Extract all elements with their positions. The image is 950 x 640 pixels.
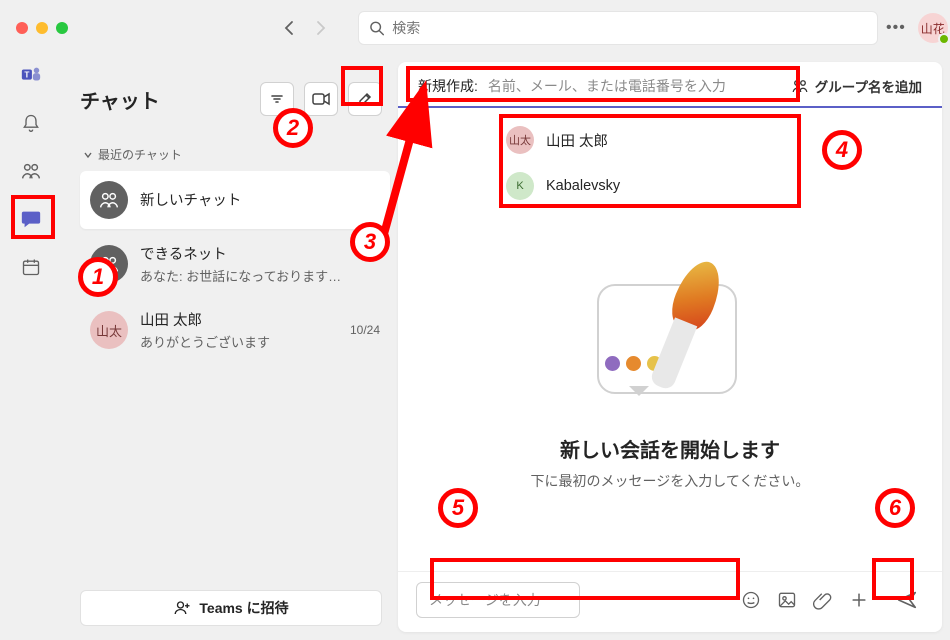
chat-item-timestamp: 10/24 (350, 323, 380, 337)
group-avatar-icon (90, 245, 128, 283)
compose-to-input[interactable] (488, 78, 781, 94)
chat-item[interactable]: 山太 山田 太郎 ありがとうございます 10/24 (80, 299, 390, 361)
send-icon (896, 589, 918, 611)
invite-label: Teams に招待 (199, 598, 288, 618)
chat-item-name: できるネット (140, 243, 380, 264)
nav-back-button[interactable] (280, 19, 298, 37)
contact-avatar: 山太 (90, 311, 128, 349)
new-chat-button[interactable] (348, 82, 382, 116)
emoji-button[interactable] (738, 587, 764, 613)
suggestion-name: Kabalevsky (546, 178, 620, 194)
suggestion-avatar: K (506, 172, 534, 200)
suggestion-item[interactable]: 山太 山田 太郎 (498, 120, 798, 160)
filter-button[interactable] (260, 82, 294, 116)
compose-icon (357, 91, 373, 107)
current-user-avatar[interactable]: 山花 (918, 13, 948, 43)
svg-text:T: T (24, 70, 29, 79)
attach-button[interactable] (810, 587, 836, 613)
person-add-icon (173, 599, 191, 617)
rail-chat-icon[interactable] (18, 206, 44, 232)
group-icon (791, 77, 809, 95)
video-call-button[interactable] (304, 82, 338, 116)
add-button[interactable] (846, 587, 872, 613)
recent-section-text: 最近のチャット (98, 146, 182, 163)
chat-item-preview: あなた: お世話になっております… (140, 266, 380, 285)
suggestion-name: 山田 太郎 (546, 130, 608, 151)
chat-item-name: 新しいチャット (140, 189, 380, 210)
more-button[interactable]: ••• (886, 19, 906, 37)
emoji-icon (741, 590, 761, 610)
rail-teams-icon[interactable]: T (18, 62, 44, 88)
send-button[interactable] (890, 583, 924, 617)
start-conversation-heading: 新しい会話を開始します (560, 434, 780, 463)
chat-panel-title: チャット (80, 85, 160, 114)
chat-item-new[interactable]: 新しいチャット (80, 171, 390, 229)
start-conversation-subtext: 下に最初のメッセージを入力してください。 (531, 471, 810, 491)
compose-to-label: 新規作成: (418, 76, 478, 96)
search-icon (369, 20, 384, 36)
chat-item-name: 山田 太郎 (140, 309, 332, 330)
message-input[interactable]: メッセージを入力 (416, 582, 580, 618)
video-icon (312, 92, 330, 106)
add-group-name-button[interactable]: グループ名を追加 (791, 76, 922, 96)
invite-to-teams-button[interactable]: Teams に招待 (80, 590, 382, 626)
chevron-down-icon (84, 151, 92, 159)
chat-item[interactable]: できるネット あなた: お世話になっております… (80, 233, 390, 295)
suggestion-avatar: 山太 (506, 126, 534, 154)
filter-icon (269, 91, 285, 107)
search-box[interactable] (358, 11, 878, 45)
group-avatar-icon (90, 181, 128, 219)
search-input[interactable] (392, 20, 867, 36)
rail-community-icon[interactable] (18, 158, 44, 184)
image-icon (777, 590, 797, 610)
rail-calendar-icon[interactable] (18, 254, 44, 280)
chat-item-preview: ありがとうございます (140, 332, 332, 351)
illustration (585, 256, 755, 416)
window-traffic-lights[interactable] (10, 22, 68, 34)
image-button[interactable] (774, 587, 800, 613)
presence-indicator (938, 33, 950, 45)
add-group-label: グループ名を追加 (815, 76, 922, 96)
recent-section-label[interactable]: 最近のチャット (80, 146, 390, 163)
message-placeholder: メッセージを入力 (429, 590, 541, 610)
suggestion-item[interactable]: K Kabalevsky (498, 166, 798, 206)
plus-icon (849, 590, 869, 610)
paperclip-icon (813, 590, 833, 610)
nav-forward-button[interactable] (312, 19, 330, 37)
rail-activity-icon[interactable] (18, 110, 44, 136)
